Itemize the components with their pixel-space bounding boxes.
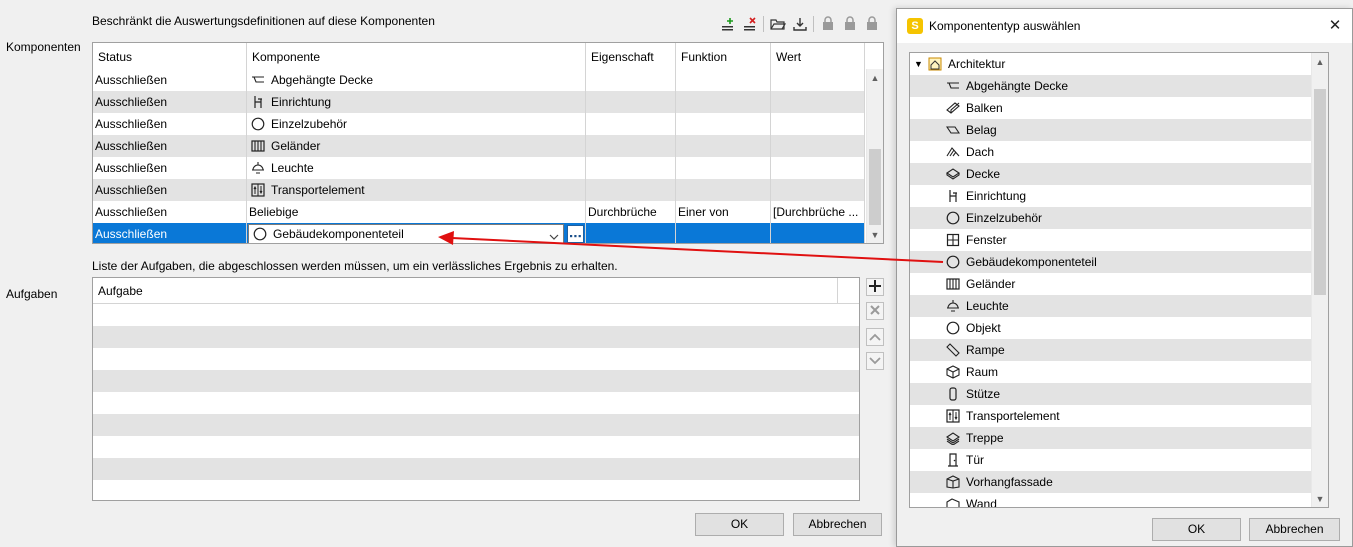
annotation-arrow bbox=[438, 231, 944, 263]
